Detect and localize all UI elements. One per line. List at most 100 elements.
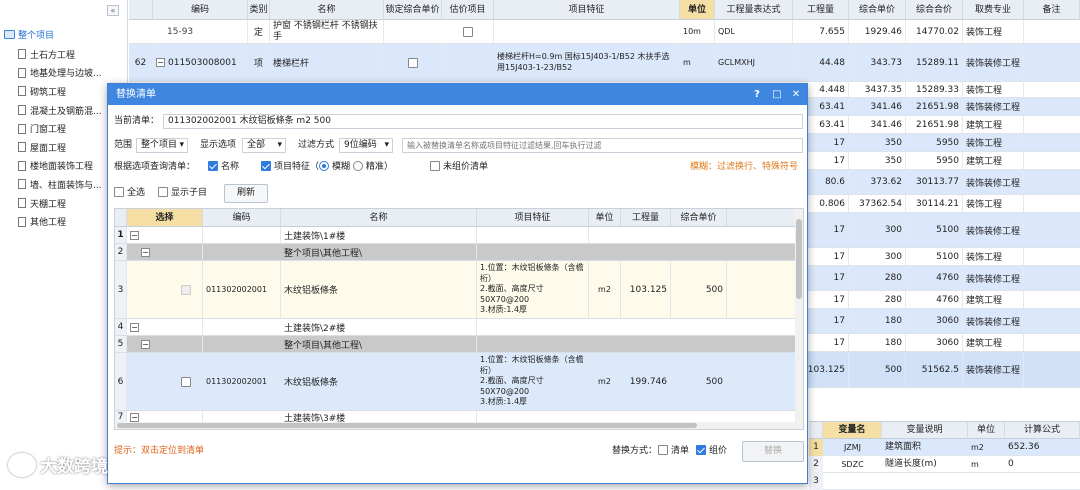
col-header-fee[interactable]: 取费专业 (963, 0, 1024, 20)
tree-item-label: 混凝土及钢筋混... (30, 106, 102, 117)
inner-header-feature[interactable]: 项目特征 (477, 209, 589, 227)
candidate-row[interactable]: 3 011302002001 木纹铝板條条 1.位置：木纹铝板條条（含檐桁） 2… (115, 261, 796, 319)
col-header-name[interactable]: 名称 (270, 0, 384, 20)
mode-price[interactable]: 组价 (696, 444, 727, 459)
col-header-estimate[interactable]: 估价项目 (442, 0, 494, 20)
tree-item[interactable]: 天棚工程 (18, 194, 102, 213)
row-code: 011302002001 (203, 261, 281, 318)
inner-header-qty[interactable]: 工程量 (621, 209, 671, 227)
select-all-checkbox[interactable] (114, 187, 124, 197)
row-select-checkbox[interactable] (181, 376, 191, 387)
scroll-thumb[interactable] (117, 423, 697, 428)
document-icon (18, 179, 26, 190)
var-header-name[interactable]: 变量名 (823, 422, 882, 439)
col-header-feature[interactable]: 项目特征 (494, 0, 680, 20)
collapse-icon[interactable]: − (130, 322, 139, 332)
feature-checkbox[interactable] (261, 161, 271, 171)
row-qty: 199.746 (621, 353, 671, 410)
col-header-qty[interactable]: 工程量 (793, 0, 849, 20)
tree-item[interactable]: 屋面工程 (18, 138, 102, 157)
tree-root[interactable]: 整个项目 (4, 28, 54, 41)
collapse-panel-icon[interactable]: « (107, 5, 119, 16)
inner-header-select[interactable]: 选择 (127, 209, 203, 227)
collapse-icon[interactable]: − (130, 230, 139, 240)
row-price: 500 (671, 353, 727, 410)
mode-list-checkbox[interactable] (658, 445, 668, 455)
exact-radio[interactable] (352, 161, 363, 171)
tree-item[interactable]: 楼地面装饰工程 (18, 157, 102, 176)
tree-item[interactable]: 地基处理与边坡... (18, 64, 102, 83)
vertical-scrollbar[interactable] (795, 209, 803, 429)
scope-select[interactable]: 整个项目 ▾ (136, 138, 188, 153)
var-row[interactable]: 1 JZMJ 建筑面积 m2 652.36 (809, 439, 1080, 456)
variable-panel: 变量名 变量说明 单位 计算公式 1 JZMJ 建筑面积 m2 652.36 2… (809, 421, 1080, 490)
select-all[interactable]: 全选 (114, 186, 145, 201)
lock-price-checkbox[interactable] (407, 57, 418, 68)
tree-item-label: 天棚工程 (30, 199, 67, 210)
tree-item[interactable]: 砌筑工程 (18, 82, 102, 101)
current-list-field[interactable]: 011302002001 木纹铝板條条 m2 500 (163, 114, 803, 129)
var-header-desc[interactable]: 变量说明 (882, 422, 968, 439)
close-icon[interactable]: ✕ (788, 84, 804, 105)
tree-item[interactable]: 土石方工程 (18, 45, 102, 64)
tree-item[interactable]: 混凝土及钢筋混... (18, 101, 102, 120)
col-header-type[interactable]: 类别 (248, 0, 270, 20)
table-row[interactable]: 62 −011503008001 项 楼梯栏杆 楼梯栏杆H=0.9m 国标15J… (129, 44, 1080, 82)
unpriced-checkbox[interactable] (430, 161, 440, 171)
col-header-note[interactable]: 备注 (1024, 0, 1080, 20)
var-row[interactable]: 2 SDZC 隧道长度(m) m 0 (809, 456, 1080, 473)
help-icon[interactable]: ? (749, 84, 765, 105)
tree-item[interactable]: 其他工程 (18, 212, 102, 231)
candidate-row[interactable]: 1 − 土建装饰\1#楼 (115, 227, 796, 244)
var-header-formula[interactable]: 计算公式 (1005, 422, 1080, 439)
col-header-unit[interactable]: 单位 (680, 0, 715, 20)
candidate-row[interactable]: 6 011302002001 木纹铝板條条 1.位置：木纹铝板條条（含檐桁） 2… (115, 353, 796, 411)
filter-select[interactable]: 9位编码 ▾ (339, 138, 393, 153)
col-header-lock-price[interactable]: 锁定综合单价 (384, 0, 442, 20)
replace-button[interactable]: 替换 (742, 441, 804, 462)
row-select-checkbox[interactable] (181, 284, 191, 295)
row-name: 护窗 不锈钢栏杆 不锈钢扶手 (270, 20, 384, 43)
collapse-icon[interactable]: − (141, 247, 150, 257)
tree-item[interactable]: 门窗工程 (18, 119, 102, 138)
search-input[interactable] (402, 138, 803, 153)
opt-feature[interactable]: 项目特征（ 模糊 精准） (261, 160, 393, 175)
show-label: 显示选项 (200, 140, 237, 150)
refresh-button[interactable]: 刷新 (224, 184, 268, 203)
collapse-icon[interactable]: − (141, 339, 150, 349)
col-header-code[interactable]: 编码 (153, 0, 248, 20)
horizontal-scrollbar[interactable] (115, 422, 796, 429)
candidate-row[interactable]: 4 − 土建装饰\2#楼 (115, 319, 796, 336)
code-cell (203, 227, 281, 243)
collapse-icon[interactable]: − (156, 58, 165, 67)
estimate-checkbox[interactable] (462, 26, 473, 37)
col-header-expr[interactable]: 工程量表达式 (715, 0, 793, 20)
col-header-price[interactable]: 综合单价 (849, 0, 906, 20)
show-children-checkbox[interactable] (158, 187, 168, 197)
mode-price-checkbox[interactable] (696, 445, 706, 455)
restore-icon[interactable]: □ (769, 84, 785, 105)
mode-list[interactable]: 清单 (658, 444, 689, 459)
row-name: 楼梯栏杆 (270, 44, 384, 81)
inner-header-unit[interactable]: 单位 (589, 209, 621, 227)
opt-name[interactable]: 名称 (208, 160, 239, 175)
collapse-icon[interactable]: − (130, 412, 139, 422)
tree-item[interactable]: 墙、柱面装饰与... (18, 175, 102, 194)
inner-header-price[interactable]: 综合单价 (671, 209, 727, 227)
fuzzy-radio[interactable] (319, 161, 330, 171)
candidate-row[interactable]: 5 − 整个项目\其他工程\ (115, 336, 796, 353)
show-children[interactable]: 显示子目 (158, 186, 207, 201)
scroll-thumb[interactable] (796, 219, 802, 299)
var-header-unit[interactable]: 单位 (968, 422, 1005, 439)
show-select[interactable]: 全部 ▾ (242, 138, 286, 153)
row-name: 整个项目\其他工程\ (281, 244, 477, 260)
inner-header-code[interactable]: 编码 (203, 209, 281, 227)
col-header-total[interactable]: 综合合价 (906, 0, 963, 20)
inner-header-name[interactable]: 名称 (281, 209, 477, 227)
var-row[interactable]: 3 (809, 473, 1080, 490)
table-row[interactable]: 15-93 定 护窗 不锈钢栏杆 不锈钢扶手 10m QDL 7.655 192… (129, 20, 1080, 44)
name-checkbox[interactable] (208, 161, 218, 171)
opt-unpriced[interactable]: 未组价清单 (430, 160, 488, 175)
candidate-row[interactable]: 2 − 整个项目\其他工程\ (115, 244, 796, 261)
dialog-titlebar[interactable]: 替换清单 ? □ ✕ (108, 84, 807, 105)
